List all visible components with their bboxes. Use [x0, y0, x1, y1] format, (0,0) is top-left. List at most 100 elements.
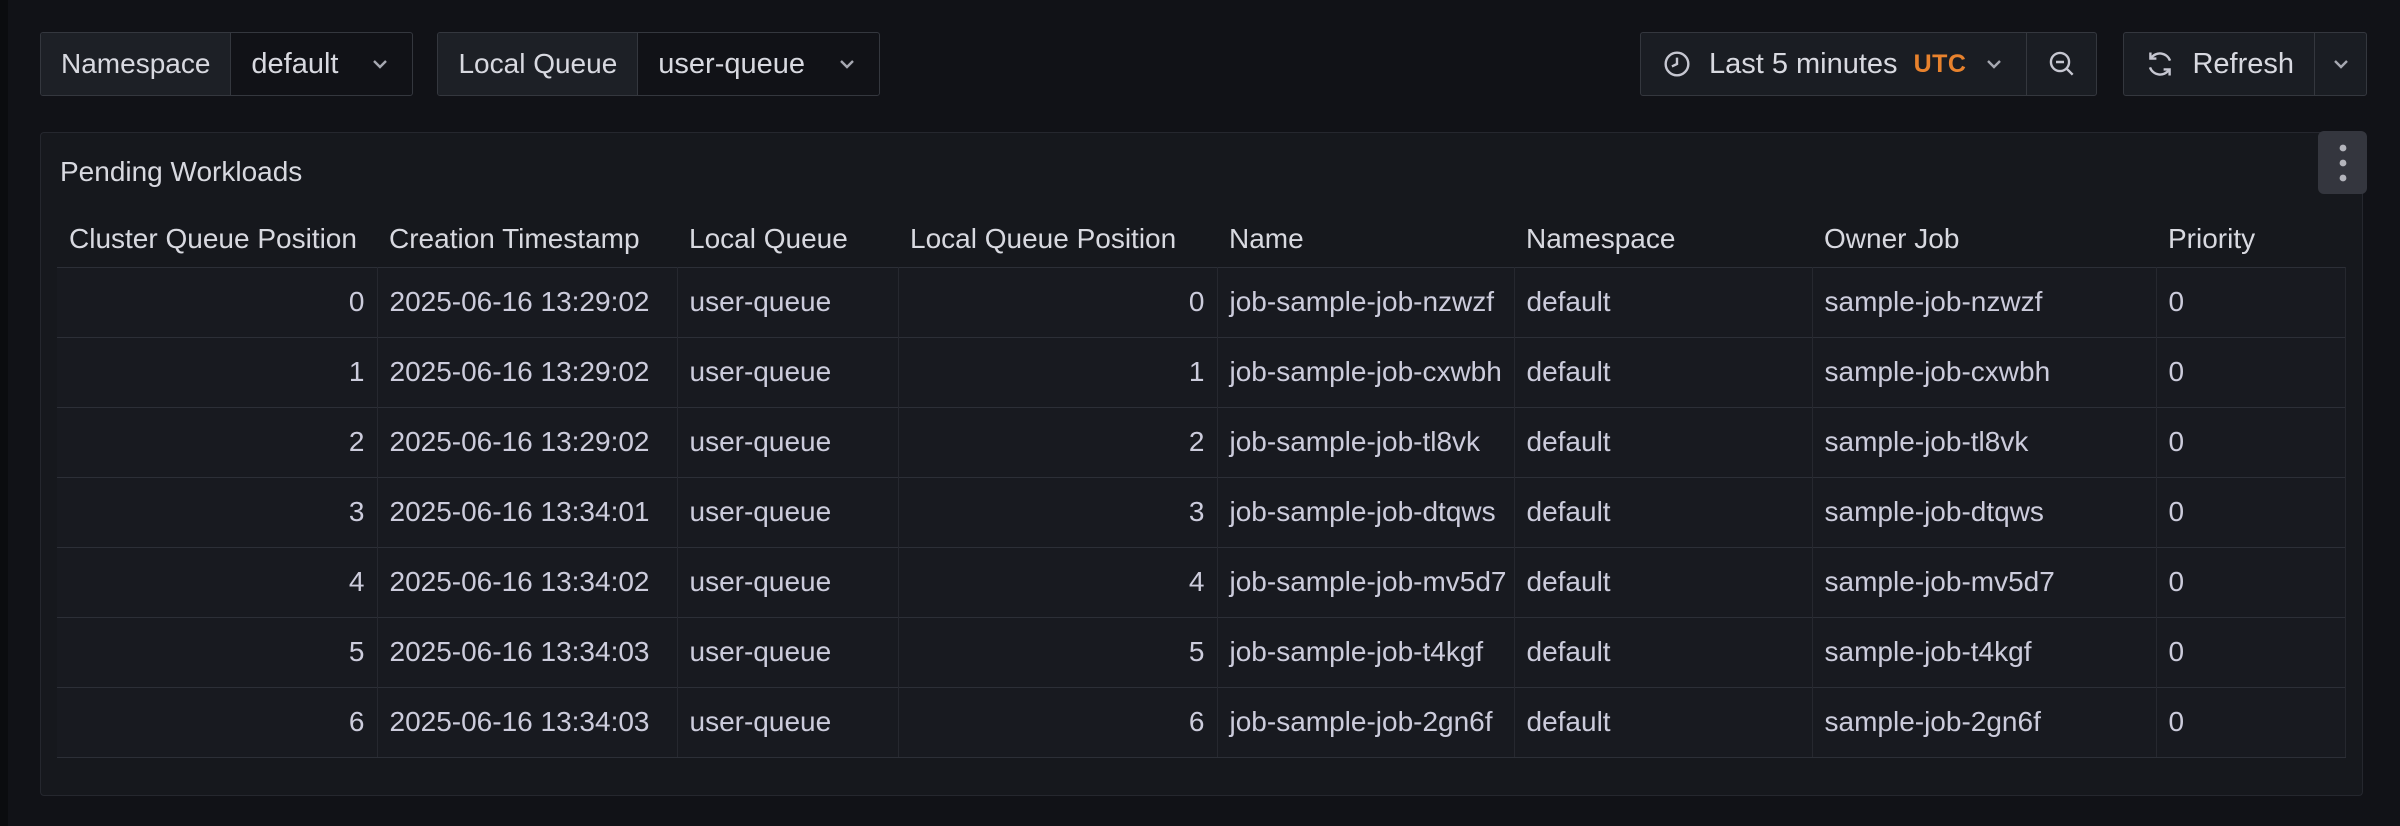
time-controls-group: Last 5 minutes UTC — [1640, 32, 2098, 96]
variable-local-queue-label: Local Queue — [438, 33, 638, 95]
cell-priority: 0 — [2156, 407, 2345, 477]
time-range-label: Last 5 minutes — [1709, 48, 1898, 81]
cell-cluster-queue-position: 2 — [57, 407, 377, 477]
chevron-down-icon — [368, 52, 392, 76]
cell-priority: 0 — [2156, 687, 2345, 757]
chevron-down-icon — [1982, 52, 2006, 76]
cell-name: job-sample-job-mv5d7 — [1217, 547, 1514, 617]
cell-creation-timestamp: 2025-06-16 13:34:03 — [377, 617, 677, 687]
cell-name: job-sample-job-tl8vk — [1217, 407, 1514, 477]
cell-namespace: default — [1514, 337, 1812, 407]
variable-control-namespace: Namespace default — [40, 32, 413, 96]
cell-creation-timestamp: 2025-06-16 13:34:01 — [377, 477, 677, 547]
cell-name: job-sample-job-t4kgf — [1217, 617, 1514, 687]
time-range-picker-button[interactable]: Last 5 minutes UTC — [1641, 33, 2027, 95]
cell-local-queue-position: 6 — [898, 687, 1217, 757]
cell-cluster-queue-position: 6 — [57, 687, 377, 757]
refresh-button-label: Refresh — [2192, 48, 2294, 81]
cell-namespace: default — [1514, 687, 1812, 757]
variable-namespace-value: default — [251, 48, 338, 81]
kebab-menu-icon — [2338, 143, 2348, 183]
cell-priority: 0 — [2156, 477, 2345, 547]
cell-local-queue: user-queue — [677, 337, 898, 407]
cell-namespace: default — [1514, 617, 1812, 687]
table-row: 52025-06-16 13:34:03user-queue5job-sampl… — [57, 617, 2345, 687]
cell-priority: 0 — [2156, 267, 2345, 337]
variable-local-queue-value: user-queue — [658, 48, 805, 81]
cell-priority: 0 — [2156, 337, 2345, 407]
cell-creation-timestamp: 2025-06-16 13:29:02 — [377, 407, 677, 477]
cell-local-queue: user-queue — [677, 407, 898, 477]
cell-creation-timestamp: 2025-06-16 13:29:02 — [377, 337, 677, 407]
cell-namespace: default — [1514, 547, 1812, 617]
cell-local-queue-position: 5 — [898, 617, 1217, 687]
cell-owner-job: sample-job-dtqws — [1812, 477, 2156, 547]
cell-cluster-queue-position: 4 — [57, 547, 377, 617]
cell-local-queue-position: 3 — [898, 477, 1217, 547]
panel-menu-button[interactable] — [2318, 131, 2367, 194]
clock-icon — [1661, 48, 1693, 80]
column-header-owner-job[interactable]: Owner Job — [1812, 211, 2156, 267]
cell-namespace: default — [1514, 267, 1812, 337]
column-header-creation-timestamp[interactable]: Creation Timestamp — [377, 211, 677, 267]
toolbar-right-controls: Last 5 minutes UTC Refr — [1640, 32, 2367, 96]
dashboard-toolbar: Namespace default Local Queue user-queue… — [40, 32, 2367, 96]
cell-owner-job: sample-job-cxwbh — [1812, 337, 2156, 407]
refresh-interval-dropdown-button[interactable] — [2314, 33, 2366, 95]
cell-owner-job: sample-job-tl8vk — [1812, 407, 2156, 477]
variable-control-local-queue: Local Queue user-queue — [437, 32, 880, 96]
column-header-priority[interactable]: Priority — [2156, 211, 2345, 267]
column-header-cluster-queue-position[interactable]: Cluster Queue Position — [57, 211, 377, 267]
cell-creation-timestamp: 2025-06-16 13:29:02 — [377, 267, 677, 337]
cell-priority: 0 — [2156, 617, 2345, 687]
table-row: 62025-06-16 13:34:03user-queue6job-sampl… — [57, 687, 2345, 757]
column-header-name[interactable]: Name — [1217, 211, 1514, 267]
cell-creation-timestamp: 2025-06-16 13:34:02 — [377, 547, 677, 617]
cell-local-queue-position: 1 — [898, 337, 1217, 407]
column-header-local-queue[interactable]: Local Queue — [677, 211, 898, 267]
panel-title[interactable]: Pending Workloads — [60, 156, 302, 188]
cell-owner-job: sample-job-mv5d7 — [1812, 547, 2156, 617]
cell-local-queue: user-queue — [677, 547, 898, 617]
column-header-local-queue-position[interactable]: Local Queue Position — [898, 211, 1217, 267]
time-range-zoom-out-button[interactable] — [2026, 33, 2096, 95]
cell-local-queue: user-queue — [677, 617, 898, 687]
search-minus-icon — [2046, 48, 2078, 80]
cell-name: job-sample-job-dtqws — [1217, 477, 1514, 547]
cell-namespace: default — [1514, 407, 1812, 477]
cell-namespace: default — [1514, 477, 1812, 547]
chevron-down-icon — [2329, 52, 2353, 76]
chevron-down-icon — [835, 52, 859, 76]
cell-local-queue-position: 4 — [898, 547, 1217, 617]
table-header-row: Cluster Queue PositionCreation Timestamp… — [57, 211, 2345, 267]
cell-name: job-sample-job-nzwzf — [1217, 267, 1514, 337]
table-row: 42025-06-16 13:34:02user-queue4job-sampl… — [57, 547, 2345, 617]
table-row: 32025-06-16 13:34:01user-queue3job-sampl… — [57, 477, 2345, 547]
cell-cluster-queue-position: 5 — [57, 617, 377, 687]
page-left-edge — [0, 0, 8, 826]
variable-namespace-select[interactable]: default — [231, 33, 412, 95]
variable-local-queue-select[interactable]: user-queue — [638, 33, 879, 95]
column-header-namespace[interactable]: Namespace — [1514, 211, 1812, 267]
cell-local-queue: user-queue — [677, 687, 898, 757]
pending-workloads-panel: Pending Workloads Cluster Queue Position… — [40, 132, 2363, 796]
panel-header: Pending Workloads — [41, 133, 2362, 211]
refresh-button[interactable]: Refresh — [2124, 33, 2314, 95]
cell-cluster-queue-position: 1 — [57, 337, 377, 407]
cell-cluster-queue-position: 3 — [57, 477, 377, 547]
cell-local-queue-position: 2 — [898, 407, 1217, 477]
cell-name: job-sample-job-2gn6f — [1217, 687, 1514, 757]
cell-local-queue: user-queue — [677, 477, 898, 547]
cell-local-queue: user-queue — [677, 267, 898, 337]
table-row: 12025-06-16 13:29:02user-queue1job-sampl… — [57, 337, 2345, 407]
cell-cluster-queue-position: 0 — [57, 267, 377, 337]
cell-name: job-sample-job-cxwbh — [1217, 337, 1514, 407]
table-row: 22025-06-16 13:29:02user-queue2job-sampl… — [57, 407, 2345, 477]
cell-creation-timestamp: 2025-06-16 13:34:03 — [377, 687, 677, 757]
cell-owner-job: sample-job-t4kgf — [1812, 617, 2156, 687]
cell-owner-job: sample-job-nzwzf — [1812, 267, 2156, 337]
timezone-badge: UTC — [1914, 50, 1967, 79]
pending-workloads-table: Cluster Queue PositionCreation Timestamp… — [57, 211, 2346, 758]
sync-icon — [2144, 48, 2176, 80]
cell-local-queue-position: 0 — [898, 267, 1217, 337]
